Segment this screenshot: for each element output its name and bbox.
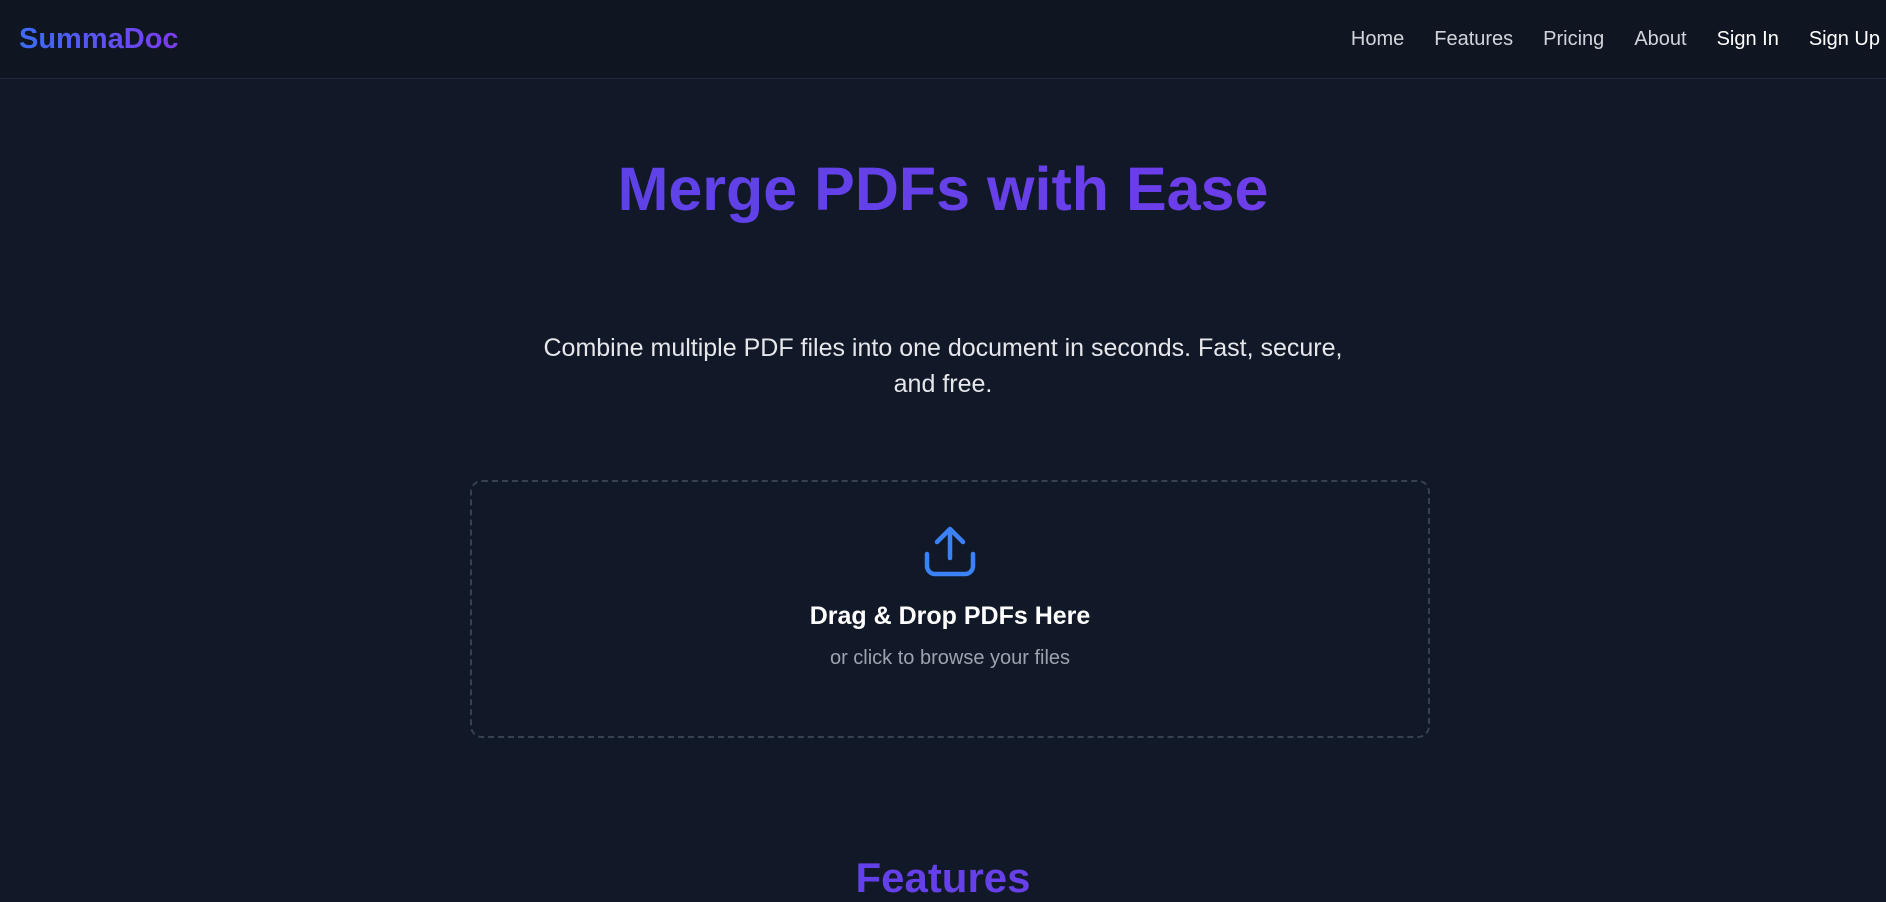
navbar: SummaDoc Home Features Pricing About Sig… — [0, 0, 1886, 79]
nav-link-pricing[interactable]: Pricing — [1543, 28, 1604, 51]
nav-link-about[interactable]: About — [1634, 28, 1686, 51]
nav-link-features[interactable]: Features — [1434, 28, 1513, 51]
pdf-dropzone[interactable]: Drag & Drop PDFs Here or click to browse… — [470, 480, 1430, 738]
dropzone-subtitle: or click to browse your files — [829, 647, 1071, 669]
dropzone-title: Drag & Drop PDFs Here — [809, 602, 1091, 630]
hero-subtitle: Combine multiple PDF files into one docu… — [543, 334, 1343, 398]
upload-icon — [924, 526, 976, 577]
sign-up-link[interactable]: Sign Up — [1809, 28, 1880, 51]
nav-link-home[interactable]: Home — [1351, 28, 1404, 51]
sign-in-link[interactable]: Sign In — [1717, 28, 1779, 51]
brand-logo[interactable]: SummaDoc — [19, 23, 179, 56]
hero-title: Merge PDFs with Ease — [0, 155, 1886, 223]
features-heading: Features — [0, 854, 1886, 902]
nav-links: Home Features Pricing About Sign In Sign… — [1351, 28, 1880, 51]
